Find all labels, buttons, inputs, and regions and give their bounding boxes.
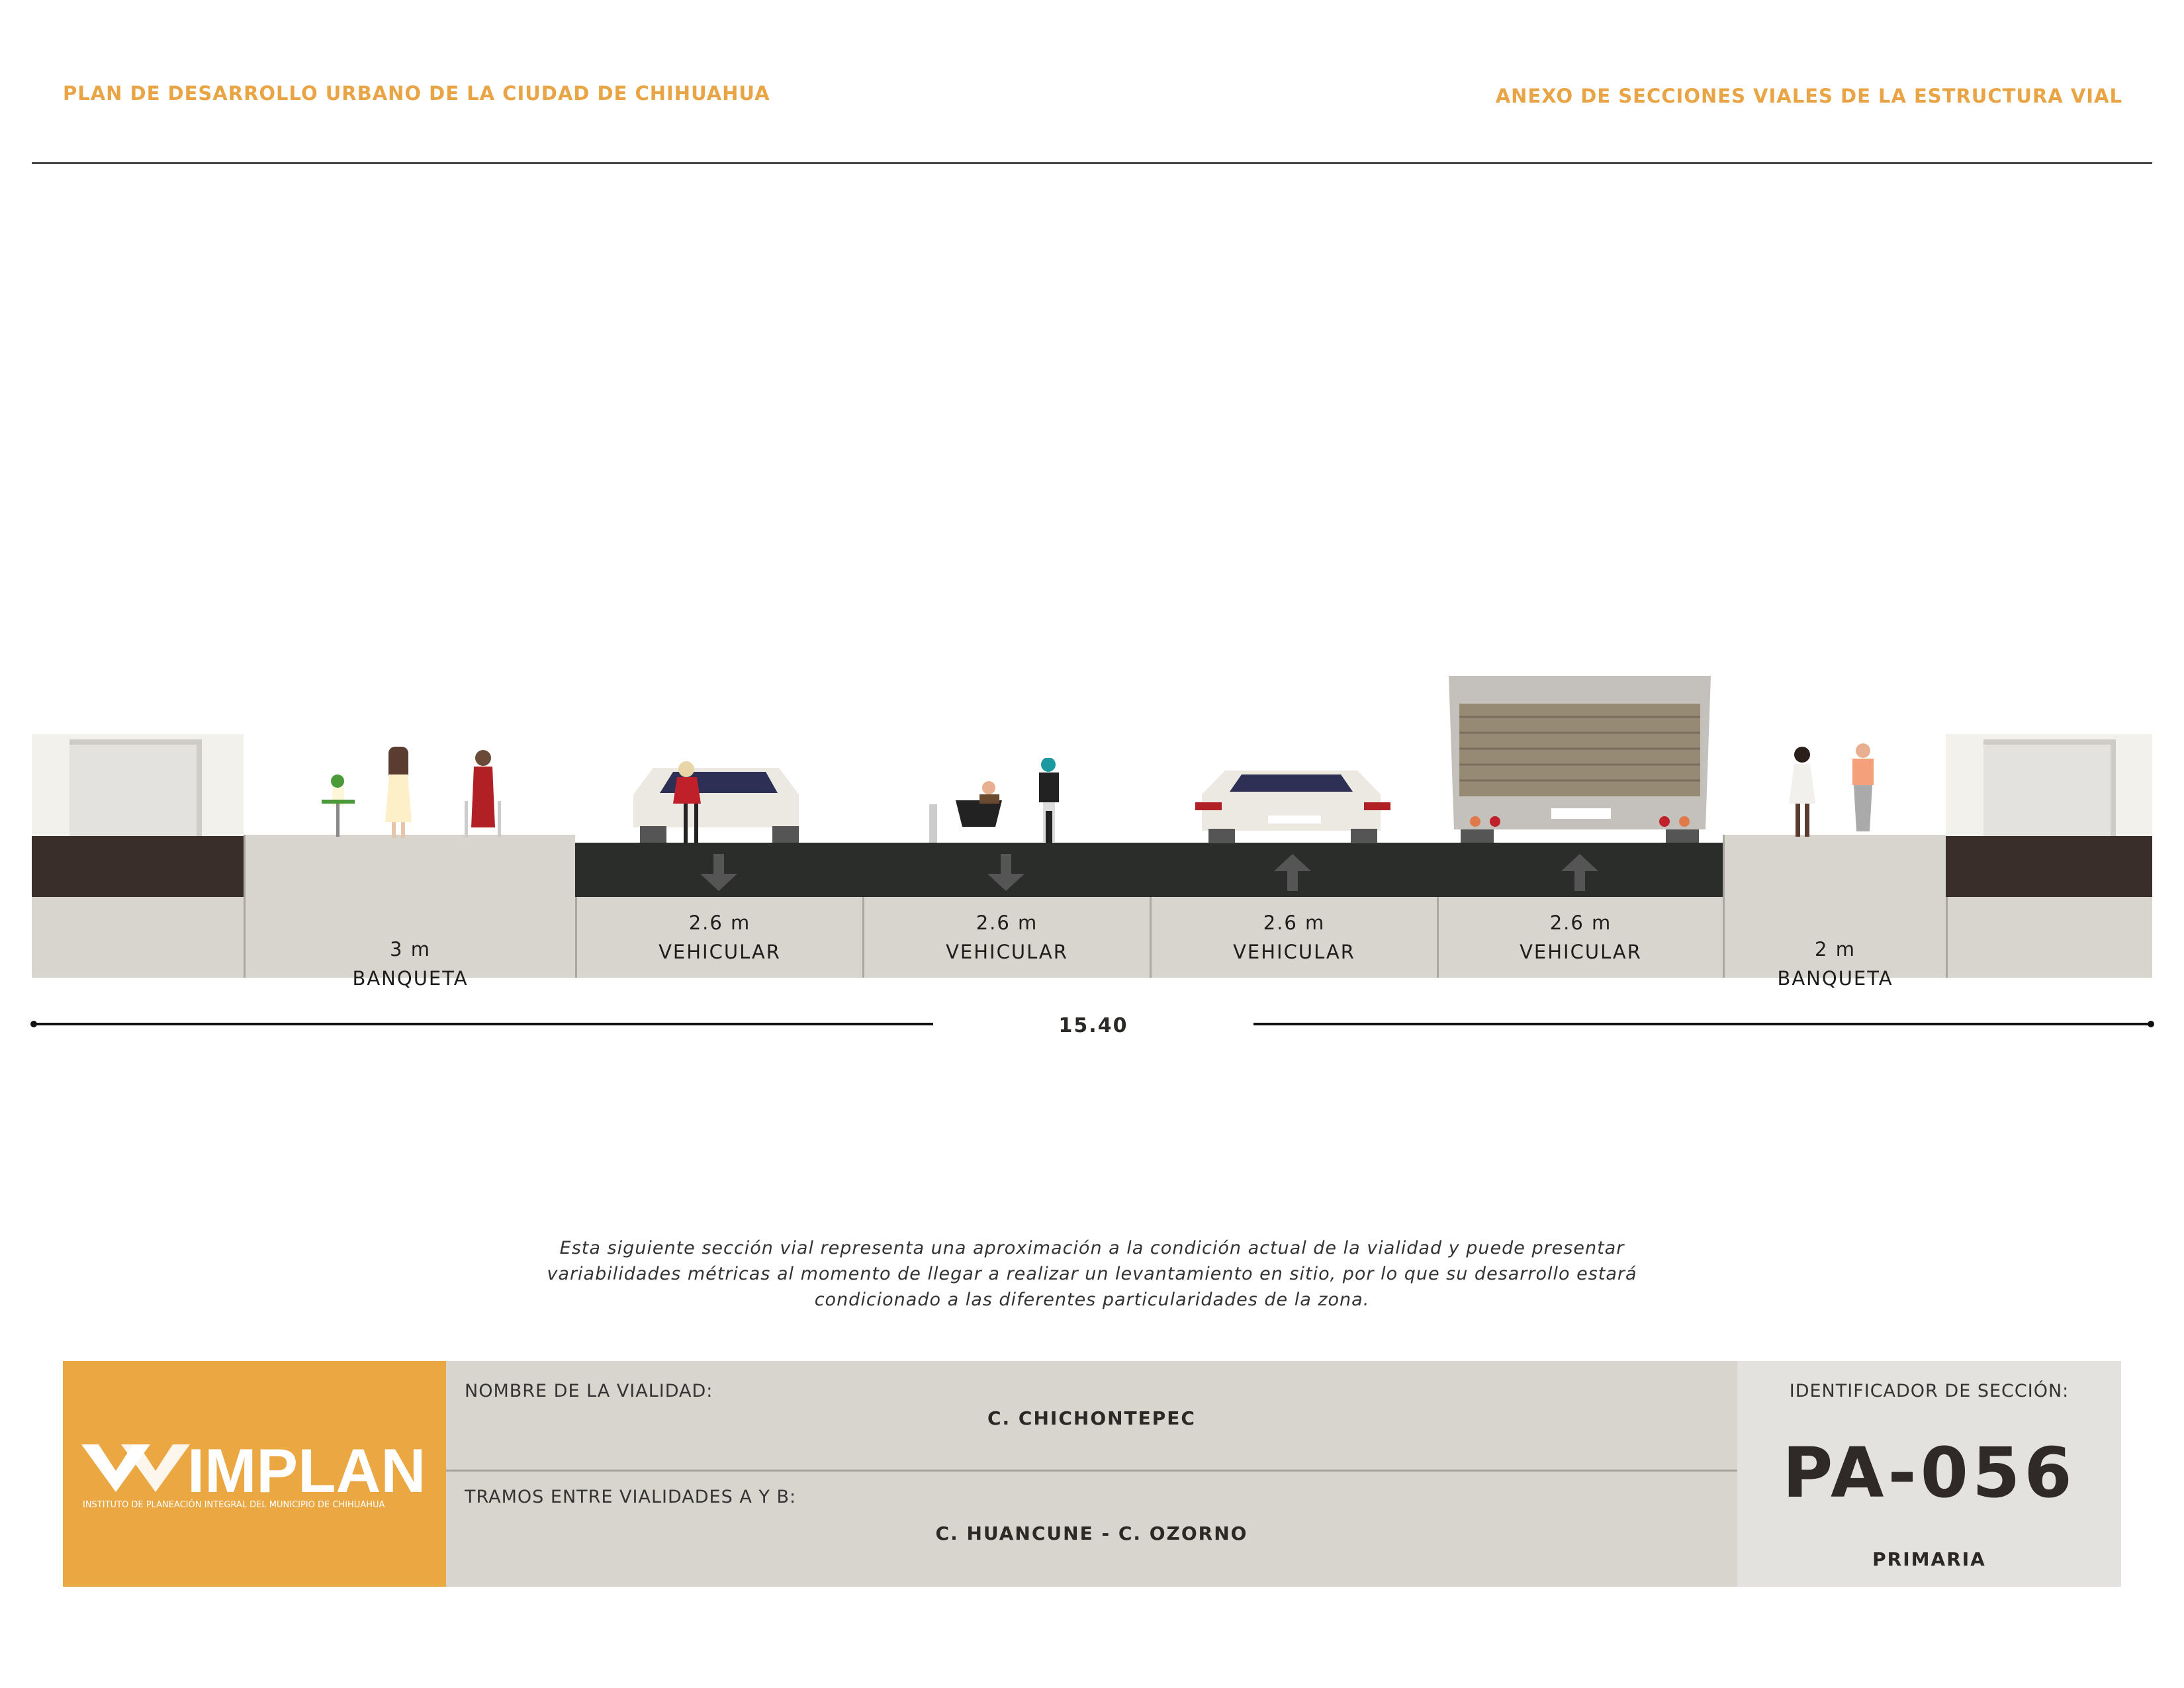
section-id-label: IDENTIFICADOR DE SECCIÓN: [1789, 1381, 2070, 1401]
segment-width: 2.6 m [688, 912, 751, 934]
segment-value: C. HUANCUNE - C. OZORNO [935, 1523, 1248, 1544]
road-info-panel: NOMBRE DE LA VIALIDAD: C. CHICHONTEPEC T… [446, 1361, 1737, 1587]
lot-left [32, 897, 244, 978]
panel-divider [446, 1470, 1737, 1472]
dimension-line-right [1253, 1023, 2152, 1025]
road-classification: PRIMARIA [1872, 1548, 1986, 1570]
arrow-down-icon [987, 854, 1024, 891]
logo-subtitle: INSTITUTO DE PLANEACIÓN INTEGRAL DEL MUN… [83, 1500, 385, 1510]
lane-2: 2.6 m VEHICULAR [862, 897, 1150, 978]
disclaimer-note: Esta siguiente sección vial representa u… [430, 1235, 1754, 1313]
segment-label: TRAMOS ENTRE VIALIDADES A Y B: [465, 1487, 797, 1507]
note-line: Esta siguiente sección vial representa u… [559, 1238, 1625, 1258]
section-id-panel: IDENTIFICADOR DE SECCIÓN: PA-056 PRIMARI… [1737, 1361, 2121, 1587]
motorcycle-sidecar-icon [929, 758, 1059, 843]
building-left [32, 734, 244, 836]
header-divider [32, 162, 2152, 164]
logo-text: IMPLAN [187, 1442, 426, 1495]
road-name: C. CHICHONTEPEC [987, 1407, 1196, 1429]
segment-width: 3 m [390, 938, 431, 961]
segment-type: VEHICULAR [1520, 941, 1642, 963]
segment-type: VEHICULAR [659, 941, 781, 963]
roadway [575, 843, 1723, 897]
segment-width: 2.6 m [1263, 912, 1326, 934]
plan-title: PLAN DE DESARROLLO URBANO DE LA CIUDAD D… [63, 82, 770, 105]
lot-right [1946, 897, 2152, 978]
door-icon [69, 739, 202, 836]
property-line-left [32, 836, 244, 897]
annex-title: ANEXO DE SECCIONES VIALES DE LA ESTRUCTU… [1495, 85, 2122, 107]
segment-type: VEHICULAR [946, 941, 1068, 963]
lane-1: 2.6 m VEHICULAR [575, 897, 862, 978]
pedestrians-right-icon [1789, 743, 1874, 837]
implan-logo: IMPLAN INSTITUTO DE PLANEACIÓN INTEGRAL … [63, 1361, 446, 1587]
sidewalk-left: 3 m BANQUETA [244, 835, 575, 990]
dimension-end-right [2148, 1021, 2154, 1027]
arrow-down-icon [700, 854, 737, 891]
segment-width: 2.6 m [976, 912, 1038, 934]
pedestrians-left-icon [322, 747, 501, 838]
sidewalk-right: 2 m BANQUETA [1723, 835, 1946, 990]
note-line: condicionado a las diferentes particular… [814, 1289, 1370, 1310]
total-width: 15.40 [1058, 1014, 1128, 1037]
arrow-up-icon [1561, 854, 1598, 891]
lane-4: 2.6 m VEHICULAR [1437, 897, 1723, 978]
segment-type: BANQUETA [352, 967, 469, 990]
building-right [1946, 734, 2152, 836]
door-icon [1983, 739, 2116, 836]
implan-logo-mark: IMPLAN [81, 1442, 426, 1495]
segment-width: 2 m [1815, 938, 1856, 961]
truck-rear-icon [1449, 676, 1711, 843]
property-line-right [1946, 836, 2152, 897]
arrow-up-icon [1274, 854, 1311, 891]
dimension-line-left [32, 1023, 933, 1025]
segment-type: BANQUETA [1777, 967, 1893, 990]
road-name-label: NOMBRE DE LA VIALIDAD: [465, 1381, 713, 1401]
section-id: PA-056 [1782, 1432, 2076, 1513]
segment-type: VEHICULAR [1233, 941, 1355, 963]
segment-width: 2.6 m [1549, 912, 1612, 934]
lane-3: 2.6 m VEHICULAR [1150, 897, 1437, 978]
car-with-cyclist-icon [633, 761, 799, 843]
car-rear-icon [1195, 771, 1390, 843]
note-line: variabilidades métricas al momento de ll… [547, 1264, 1637, 1284]
